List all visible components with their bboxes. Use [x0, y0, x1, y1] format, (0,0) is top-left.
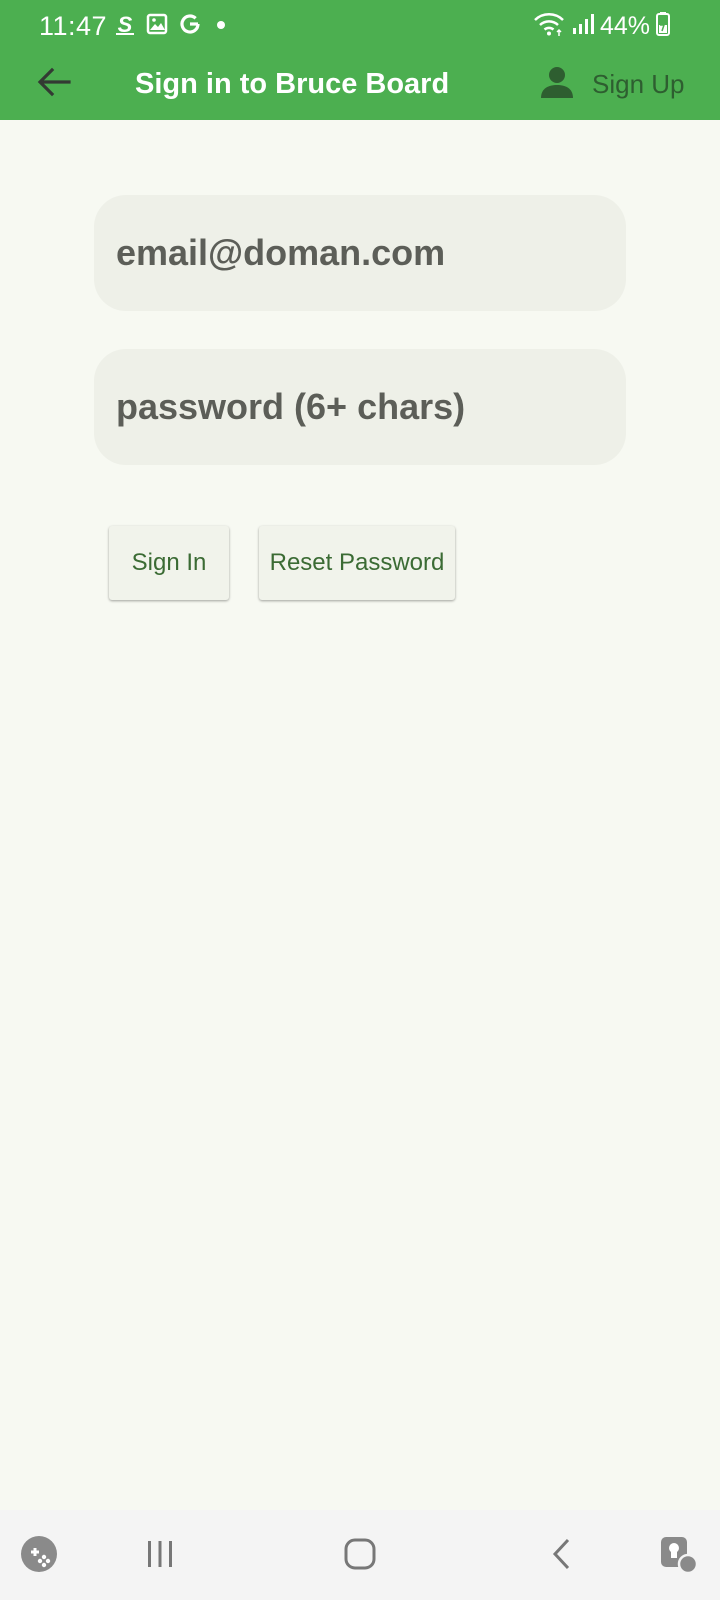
page-title: Sign in to Bruce Board	[135, 68, 450, 100]
recent-apps-button[interactable]	[134, 1530, 186, 1582]
password-placeholder: password (6+ chars)	[116, 386, 466, 427]
recent-apps-icon	[144, 1539, 176, 1574]
password-field[interactable]: password (6+ chars)	[94, 349, 626, 465]
accessibility-icon	[658, 1534, 699, 1579]
top-bar: 11:47 S 44% Sign in to Bruce Board Sign …	[0, 0, 720, 120]
back-icon	[550, 1537, 574, 1576]
accessibility-button[interactable]	[652, 1530, 704, 1582]
sign-in-button[interactable]: Sign In	[109, 526, 229, 600]
dot-icon	[212, 13, 230, 40]
person-icon	[540, 65, 574, 104]
notification-icons: S	[114, 12, 230, 40]
sign-up-button[interactable]: Sign Up	[540, 60, 700, 108]
svg-text:S: S	[118, 12, 133, 36]
back-button[interactable]	[30, 60, 78, 108]
wifi-icon	[532, 11, 566, 42]
status-time: 11:47	[39, 11, 108, 41]
game-launcher-icon	[20, 1535, 58, 1578]
system-icons: 44%	[532, 11, 670, 42]
google-icon	[178, 12, 202, 41]
email-field[interactable]: email@doman.com	[94, 195, 626, 311]
s-app-icon: S	[114, 12, 136, 41]
nav-back-button[interactable]	[536, 1530, 588, 1582]
email-placeholder: email@doman.com	[116, 232, 446, 273]
image-icon	[146, 13, 168, 40]
sign-up-label: Sign Up	[592, 68, 685, 99]
back-arrow-icon	[37, 67, 71, 102]
battery-percent: 44%	[599, 12, 650, 40]
status-bar: 11:47 S 44%	[0, 0, 720, 52]
app-bar: Sign in to Bruce Board Sign Up	[0, 52, 720, 120]
system-nav-bar	[0, 1510, 720, 1600]
battery-icon	[656, 11, 670, 42]
game-launcher-button[interactable]	[13, 1530, 65, 1582]
signal-icon	[572, 12, 594, 41]
reset-password-button[interactable]: Reset Password	[259, 526, 455, 600]
home-icon	[343, 1537, 377, 1576]
home-button[interactable]	[334, 1530, 386, 1582]
